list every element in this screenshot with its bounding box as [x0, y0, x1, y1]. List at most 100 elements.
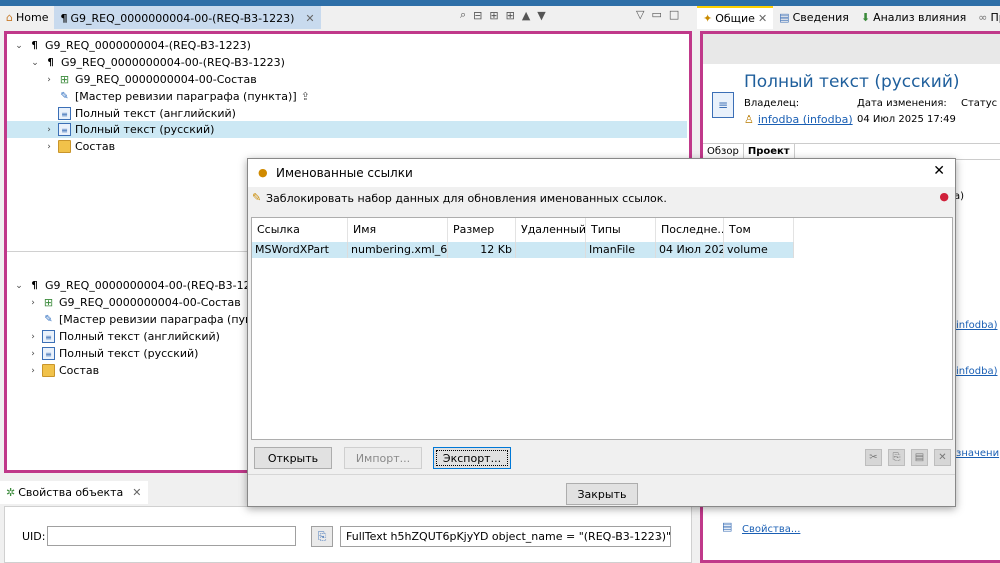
tree-node-master[interactable]: ✎ [Мастер ревизии параграфа (пункта)] ⇪	[58, 88, 310, 105]
copy-icon[interactable]: ⎘	[888, 449, 905, 466]
copy-icon[interactable]: ⎘	[311, 526, 333, 547]
pin-icon[interactable]: ●	[939, 190, 949, 203]
export-button[interactable]: Экспорт...	[433, 447, 511, 469]
tree-node-label: G9_REQ_0000000004-00-(REQ-B3-1223)	[61, 56, 285, 69]
chevron-right-icon[interactable]: ›	[28, 366, 38, 376]
details-icon: ▤	[779, 11, 790, 24]
tree-node-composition-bottom[interactable]: › ⊞ G9_REQ_0000000004-00-Состав	[28, 294, 241, 311]
tree-node-sostav[interactable]: › Состав	[44, 138, 115, 155]
tree-node-root[interactable]: ⌄ ¶ G9_REQ_0000000004-(REQ-B3-1223)	[14, 37, 251, 54]
expand-icon[interactable]: ⊞	[489, 9, 498, 22]
uid-field[interactable]	[47, 526, 296, 546]
chevron-down-icon: ⌄	[654, 530, 664, 543]
chevron-right-icon[interactable]: ›	[44, 75, 54, 85]
tab-main-object[interactable]: ¶ G9_REQ_0000000004-00-(REQ-B3-1223) ✕	[54, 6, 321, 29]
dialog-divider	[248, 474, 955, 475]
paragraph-revision-icon: ¶	[47, 57, 54, 68]
dialog-close-icon[interactable]: ✕	[933, 163, 945, 179]
document-icon: ≡	[42, 330, 55, 343]
owner-value-row: ♙ infodba (infodba)	[744, 113, 853, 126]
structure-icon: ⊞	[43, 296, 54, 309]
maximize-icon[interactable]: □	[669, 8, 679, 21]
chevron-right-icon[interactable]: ›	[28, 298, 38, 308]
subtab-overview[interactable]: Обзор	[703, 144, 744, 159]
object-select[interactable]: FullText h5hZQUT6pKjyYD object_name = "(…	[340, 526, 671, 547]
collapse-icon[interactable]: ⊟	[473, 9, 482, 22]
tab-impact-analysis[interactable]: ⬇ Анализ влияния	[855, 6, 972, 29]
import-button[interactable]: Импорт...	[344, 447, 422, 469]
view-menu-icon[interactable]: ▽	[636, 8, 644, 21]
chevron-right-icon[interactable]: ›	[44, 142, 54, 152]
tab-main-label: G9_REQ_0000000004-00-(REQ-B3-1223)	[70, 12, 295, 25]
properties-link[interactable]: Свойства...	[742, 524, 800, 535]
summary-fragment-4[interactable]: значени	[956, 448, 999, 459]
named-references-dialog: ● Именованные ссылки ✕ ✎ Заблокировать н…	[247, 158, 956, 507]
tab-home[interactable]: ⌂ Home	[0, 6, 55, 29]
cut-icon[interactable]: ✂	[865, 449, 882, 466]
column-header[interactable]: Типы	[586, 218, 656, 242]
structure-icon: ⊞	[59, 73, 70, 86]
up-arrow-icon[interactable]: ▲	[522, 9, 530, 22]
lock-checkbox-label[interactable]: Заблокировать набор данных для обновлени…	[266, 192, 667, 205]
paste-icon[interactable]: ▤	[911, 449, 928, 466]
table-row[interactable]: MSWordXPart numbering.xml_6... 12 Kb Ima…	[252, 242, 794, 258]
owner-link[interactable]: infodba (infodba)	[758, 113, 853, 126]
table-cell: numbering.xml_6...	[348, 242, 448, 258]
edit-form-icon: ✎	[44, 314, 53, 325]
tree-node-fulltext-ru[interactable]: › ≡ Полный текст (русский)	[44, 121, 214, 138]
column-header[interactable]: Удаленный	[516, 218, 586, 242]
column-header[interactable]: Последне...	[656, 218, 724, 242]
down-arrow-icon[interactable]: ▼	[537, 9, 545, 22]
column-header[interactable]: Том	[724, 218, 794, 242]
column-header[interactable]: Размер	[448, 218, 516, 242]
expand-all-icon[interactable]: ⊞	[506, 9, 515, 22]
close-icon[interactable]: ✕	[758, 12, 767, 25]
summary-fragment-2[interactable]: infodba)	[956, 320, 997, 331]
close-icon[interactable]: ✕	[132, 486, 141, 499]
chevron-right-icon[interactable]: ›	[28, 332, 38, 342]
delete-icon[interactable]: ✕	[934, 449, 951, 466]
chevron-down-icon[interactable]: ⌄	[14, 281, 24, 291]
table-cell: volume	[724, 242, 794, 258]
minimize-icon[interactable]: ▭	[651, 8, 661, 21]
tree-node-fulltext-en[interactable]: ≡ Полный текст (английский)	[58, 105, 236, 122]
upload-icon: ⇪	[300, 90, 310, 103]
subtab-project[interactable]: Проект	[743, 144, 795, 159]
tab-more[interactable]: ∞ Пр	[972, 6, 1000, 29]
chevron-right-icon[interactable]: ›	[44, 125, 54, 135]
close-button[interactable]: Закрыть	[566, 483, 638, 505]
chevron-down-icon[interactable]: ⌄	[30, 58, 40, 68]
column-header[interactable]: Имя	[348, 218, 448, 242]
tree-node-revision[interactable]: ⌄ ¶ G9_REQ_0000000004-00-(REQ-B3-1223)	[30, 54, 285, 71]
owner-label: Владелец:	[744, 98, 800, 109]
table-cell: 12 Kb	[448, 242, 516, 258]
summary-fragment-3[interactable]: infodba)	[956, 366, 997, 377]
tree-node-fulltext-en-bottom[interactable]: › ≡ Полный текст (английский)	[28, 328, 220, 345]
chevron-right-icon[interactable]: ›	[28, 349, 38, 359]
tab-details-label: Сведения	[792, 11, 849, 24]
tree-node-fulltext-ru-bottom[interactable]: › ≡ Полный текст (русский)	[28, 345, 198, 362]
tree-node-revision-bottom[interactable]: ⌄ ¶ G9_REQ_0000000004-00-(REQ-B3-1223)	[14, 277, 269, 294]
search-icon[interactable]: ⌕	[460, 8, 466, 22]
tree-node-master-bottom[interactable]: ✎ [Мастер ревизии параграфа (пункта	[42, 311, 272, 328]
app-icon: ●	[258, 166, 268, 179]
tab-impact-label: Анализ влияния	[873, 11, 967, 24]
document-icon: ≡	[58, 123, 71, 136]
tree-node-sostav-bottom[interactable]: › Состав	[28, 362, 99, 379]
view-controls: ▽ ▭ □	[636, 8, 679, 21]
tab-object-properties[interactable]: ✲ Свойства объекта ✕	[0, 481, 148, 504]
tree-node-label: G9_REQ_0000000004-00-(REQ-B3-1223)	[45, 279, 269, 292]
tab-details[interactable]: ▤ Сведения	[773, 6, 855, 29]
column-header[interactable]: Ссылка	[252, 218, 348, 242]
paragraph-icon: ¶	[31, 40, 38, 51]
modified-value: 04 Июл 2025 17:49	[857, 114, 956, 125]
open-button[interactable]: Открыть	[254, 447, 332, 469]
tab-general-label: Общие	[715, 12, 755, 25]
table-cell	[516, 242, 586, 258]
tree-node-composition[interactable]: › ⊞ G9_REQ_0000000004-00-Состав	[44, 71, 257, 88]
close-icon[interactable]: ✕	[305, 12, 314, 25]
chevron-down-icon[interactable]: ⌄	[14, 41, 24, 51]
tab-general[interactable]: ✦ Общие ✕	[697, 6, 774, 29]
tree-node-label: G9_REQ_0000000004-(REQ-B3-1223)	[45, 39, 251, 52]
tree-toolbar: ⌕ ⊟ ⊞ ⊞ ▲ ▼	[460, 8, 546, 22]
